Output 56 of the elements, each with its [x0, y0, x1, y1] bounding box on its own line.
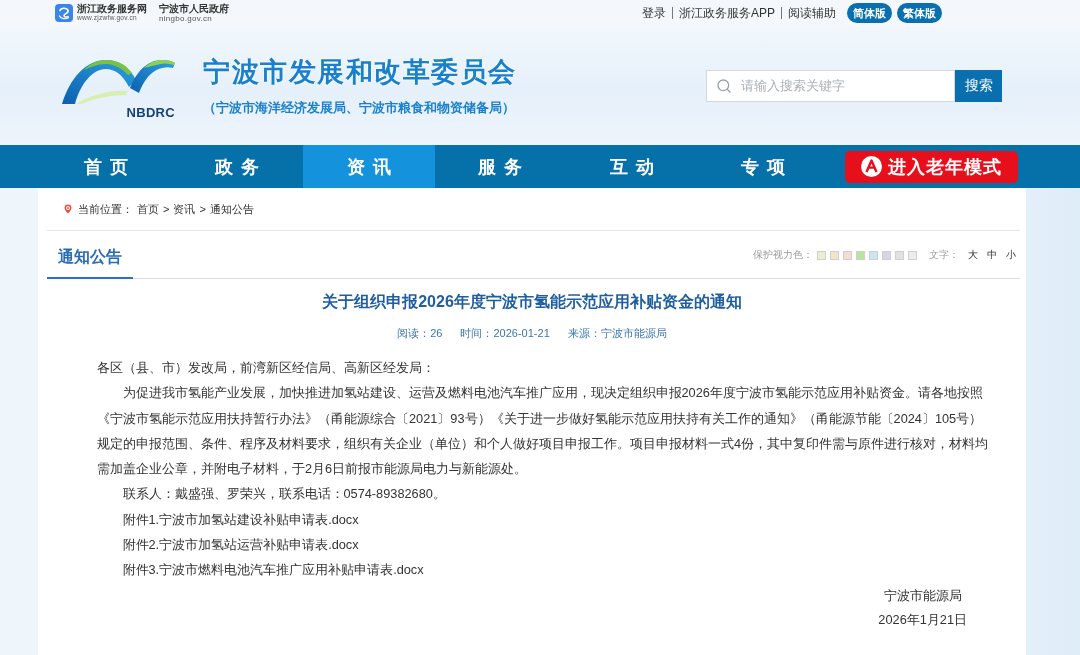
body-paragraph: 附件1.宁波市加氢站建设补贴申请表.docx: [121, 510, 359, 529]
font-size-option[interactable]: 大: [968, 248, 978, 262]
search-button[interactable]: 搜索: [955, 69, 1002, 102]
search-icon: [716, 77, 732, 94]
color-swatch-icon[interactable]: [830, 250, 839, 260]
site-title: 宁波市发展和改革委员会: [203, 56, 517, 89]
top-link[interactable]: 浙江政务服务APP: [672, 7, 781, 19]
color-swatch-icon[interactable]: [869, 250, 878, 260]
portal-name[interactable]: 浙江政务服务网: [77, 4, 147, 15]
color-swatch-icon[interactable]: [908, 250, 917, 260]
nav-tab[interactable]: 互动: [566, 145, 698, 188]
article-meta: 时间：2026-01-21: [460, 326, 550, 340]
breadcrumb-link[interactable]: 首页: [137, 201, 159, 217]
breadcrumb-separator: >: [199, 203, 206, 215]
nav-tab[interactable]: 服务: [434, 145, 566, 188]
font-size-option[interactable]: 中: [987, 248, 997, 262]
breadcrumb-separator: >: [163, 203, 170, 215]
body-paragraph: 为促进我市氢能产业发展，加快推进加氢站建设、运营及燃料电池汽车推广应用，现决定组织申报2026年度宁波市氢能示范应用补贴资金。请各地按照 《宁波市氢能示范应用扶持暂行办法》（甬能源综合〔2021〕93号）《关于进一步做好氢能示范应用扶持有关工作的通知》（甬能源节能〔2024〕105号） 规定的申报范围、条件、程序及材料要求，组织有关企业（单位）和个人做好项目申报工作。项目申报材料一式4份，其中复印件需与原件进行核对，材料均 需加盖企业公章，并附电子材料，于2月6日前报市能源局电力与新能源处。: [97, 384, 989, 479]
location-pin-icon: [62, 203, 74, 215]
language-version-button[interactable]: 繁体版: [897, 3, 942, 23]
nav-tab[interactable]: 专项: [697, 145, 829, 188]
color-swatch-icon[interactable]: [843, 250, 852, 260]
color-swatch-icon[interactable]: [856, 250, 865, 260]
article-meta: 阅读：26: [397, 326, 443, 340]
body-paragraph: 附件2.宁波市加氢站运营补贴申请表.docx: [121, 536, 359, 555]
logo-text: NBDRC: [126, 104, 175, 120]
site-subtitle: （宁波市海洋经济发展局、宁波市粮食和物资储备局）: [203, 99, 516, 117]
article-meta: 来源：宁波市能源局: [567, 326, 667, 340]
elder-mode-button[interactable]: 进入老年模式: [845, 150, 1018, 183]
nav-tab[interactable]: 首页: [40, 145, 172, 188]
issuer-name: 宁波市能源局: [884, 586, 962, 605]
section-tab[interactable]: 通知公告: [47, 233, 133, 279]
font-size-option[interactable]: 小: [1006, 248, 1016, 262]
top-link[interactable]: 登录: [636, 7, 672, 19]
breadcrumb-link[interactable]: 资讯: [173, 201, 196, 217]
breadcrumb-label: 当前位置：: [78, 201, 133, 217]
body-paragraph: 联系人：戴盛强、罗荣兴，联系电话：0574-89382680。: [121, 485, 446, 504]
breadcrumb-link[interactable]: 通知公告: [209, 201, 254, 217]
portal-logo-icon: [55, 4, 73, 22]
font-size-label: 文字：: [929, 248, 959, 262]
government-name[interactable]: 宁波市人民政府: [159, 3, 229, 14]
color-swatch-icon[interactable]: [895, 250, 904, 260]
arch-logo-icon: [62, 57, 175, 104]
circle-a-icon: [861, 156, 882, 177]
body-paragraph: 附件3.宁波市燃料电池汽车推广应用补贴申请表.docx: [121, 561, 424, 580]
search-field[interactable]: 请输入搜索关键字: [706, 69, 955, 102]
issue-date: 2026年1月21日: [878, 610, 967, 629]
body-paragraph: 各区（县、市）发改局，前湾新区经信局、高新区经发局：: [97, 359, 435, 377]
article-title: 关于组织申报2026年度宁波市氢能示范应用补贴资金的通知: [321, 292, 743, 312]
eye-care-label: 保护视力色：: [753, 248, 813, 262]
color-swatch-icon[interactable]: [817, 250, 826, 260]
top-link[interactable]: 阅读辅助: [781, 7, 842, 19]
government-url: ningbo.gov.cn: [159, 14, 213, 23]
language-version-button[interactable]: 简体版: [847, 3, 892, 23]
color-swatch-icon[interactable]: [882, 250, 891, 260]
nav-tab[interactable]: 政务: [171, 145, 303, 188]
